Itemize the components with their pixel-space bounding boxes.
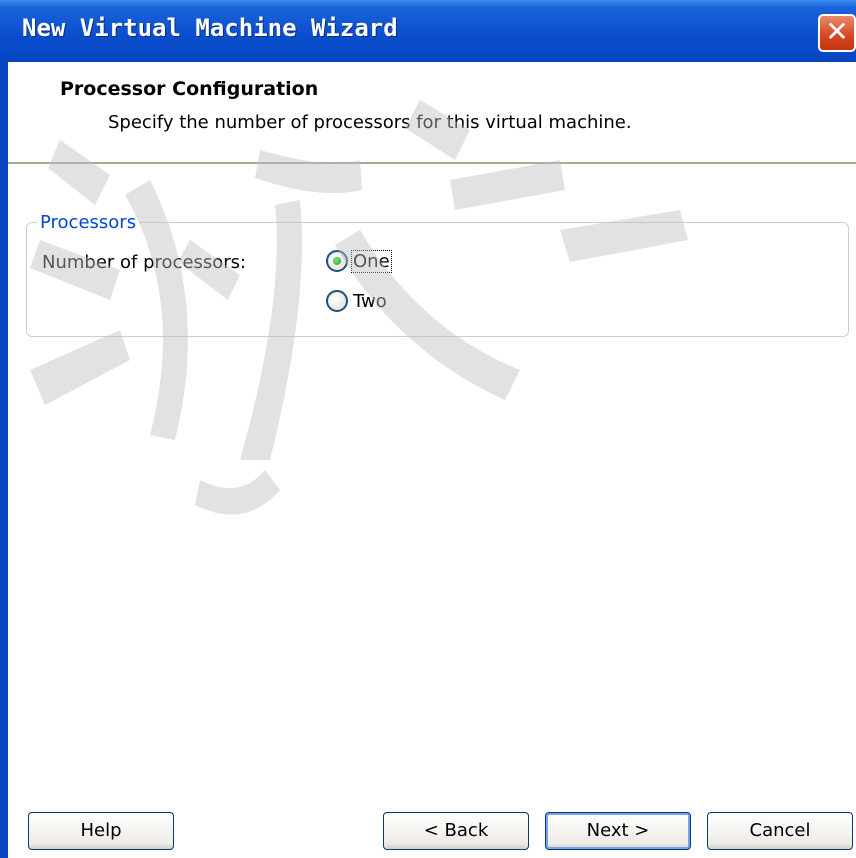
next-button[interactable]: Next > [545, 812, 691, 850]
page-subtitle: Specify the number of processors for thi… [108, 112, 632, 133]
window-title: New Virtual Machine Wizard [22, 14, 398, 42]
wizard-content: Processors Number of processors: One Two [8, 164, 856, 858]
title-bar[interactable]: New Virtual Machine Wizard ✕ [0, 0, 856, 62]
radio-button-two[interactable] [326, 290, 348, 312]
close-icon: ✕ [825, 15, 849, 48]
window-frame-left [0, 62, 8, 858]
radio-selected-dot [333, 257, 341, 265]
radio-button-one[interactable] [326, 250, 348, 272]
help-button[interactable]: Help [28, 812, 174, 850]
wizard-window: New Virtual Machine Wizard ✕ Processor C… [0, 0, 856, 858]
number-of-processors-label: Number of processors: [42, 252, 247, 273]
radio-option-two[interactable]: Two [326, 290, 388, 312]
radio-label-two[interactable]: Two [352, 291, 388, 312]
radio-option-one[interactable]: One [326, 249, 392, 273]
processors-group: Processors [26, 212, 849, 337]
cancel-button[interactable]: Cancel [707, 812, 853, 850]
processors-group-label: Processors [40, 212, 137, 233]
page-title: Processor Configuration [60, 78, 319, 100]
wizard-header: Processor Configuration Specify the numb… [8, 62, 856, 164]
close-button[interactable]: ✕ [818, 14, 856, 52]
radio-label-one[interactable]: One [351, 249, 392, 273]
back-button[interactable]: < Back [383, 812, 529, 850]
